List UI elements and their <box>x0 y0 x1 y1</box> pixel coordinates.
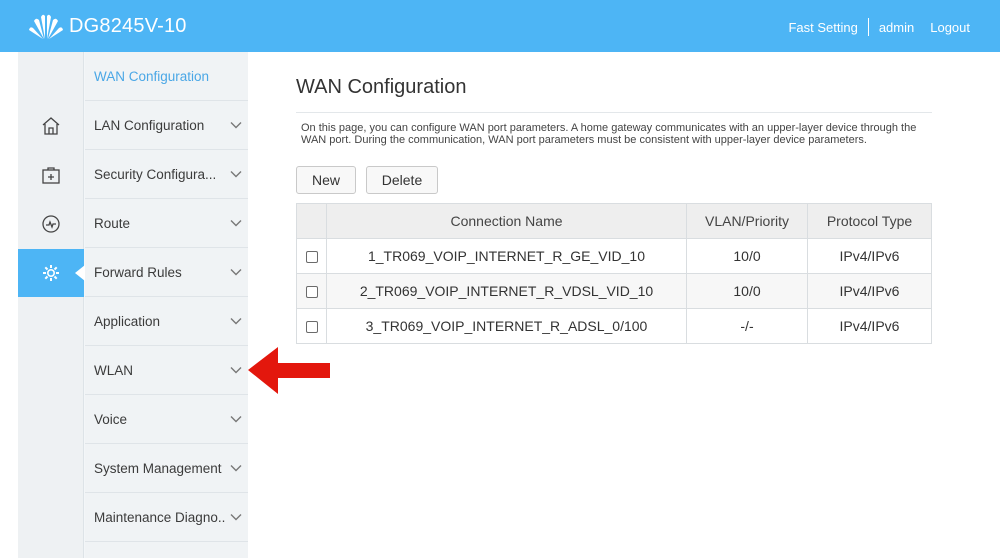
sidebar-item-label: Security Configura... <box>94 166 217 182</box>
main-content: WAN Configuration On this page, you can … <box>248 52 980 558</box>
chevron-down-icon <box>230 416 242 423</box>
sidebar-item-wlan[interactable]: WLAN <box>85 346 248 395</box>
connection-name-cell: 2_TR069_VOIP_INTERNET_R_VDSL_VID_10 <box>326 273 687 309</box>
table-header-row: Connection Name VLAN/Priority Protocol T… <box>296 203 932 239</box>
connection-name-cell: 1_TR069_VOIP_INTERNET_R_GE_VID_10 <box>326 238 687 274</box>
sidebar-item-application[interactable]: Application <box>85 297 248 346</box>
vlan-priority-cell: 10/0 <box>686 238 808 274</box>
column-header: Protocol Type <box>807 203 932 239</box>
sidebar-item-label: LAN Configuration <box>94 117 205 133</box>
sidebar-item-label: WAN Configuration <box>94 68 210 84</box>
chevron-down-icon <box>230 220 242 227</box>
sidebar-item-voice[interactable]: Voice <box>85 395 248 444</box>
row-select-cell <box>296 238 327 274</box>
sidebar-item-maintenance-diagnosis[interactable]: Maintenance Diagno.. <box>85 493 248 542</box>
sidebar-item-system-management[interactable]: System Management <box>85 444 248 493</box>
column-header: Connection Name <box>326 203 687 239</box>
delete-button[interactable]: Delete <box>366 166 438 194</box>
sidebar-item-label: WLAN <box>94 362 134 378</box>
chevron-down-icon <box>230 269 242 276</box>
page-title: WAN Configuration <box>296 76 467 98</box>
category-advanced[interactable] <box>18 249 85 297</box>
sidebar-item-security-configuration[interactable]: Security Configura... <box>85 150 248 199</box>
sidebar-item-lan-configuration[interactable]: LAN Configuration <box>85 101 248 150</box>
title-divider <box>296 112 932 113</box>
logout-link[interactable]: Logout <box>930 20 970 35</box>
sidebar-menu: WAN Configuration LAN Configuration Secu… <box>85 52 248 558</box>
table-row[interactable]: 3_TR069_VOIP_INTERNET_R_ADSL_0/100 -/- I… <box>296 308 932 344</box>
category-toolbox[interactable] <box>18 151 84 199</box>
fast-setting-link[interactable]: Fast Setting <box>788 20 857 35</box>
toolbox-icon <box>42 167 60 184</box>
vlan-priority-cell: -/- <box>686 308 808 344</box>
sidebar-item-label: Application <box>94 313 161 329</box>
device-model-title: DG8245V-10 <box>69 14 187 37</box>
sidebar-item-wan-configuration[interactable]: WAN Configuration <box>85 52 248 101</box>
protocol-type-cell: IPv4/IPv6 <box>807 308 932 344</box>
wan-connection-table: Connection Name VLAN/Priority Protocol T… <box>296 203 932 344</box>
chevron-down-icon <box>230 171 242 178</box>
home-icon <box>42 117 60 135</box>
category-diagnostics[interactable] <box>18 200 84 248</box>
red-arrow-icon <box>248 347 330 394</box>
sidebar-item-label: Forward Rules <box>94 264 182 280</box>
sidebar-item-forward-rules[interactable]: Forward Rules <box>85 248 248 297</box>
select-column-header <box>296 203 327 239</box>
protocol-type-cell: IPv4/IPv6 <box>807 238 932 274</box>
category-icon-bar <box>18 52 85 558</box>
sidebar-item-label: Voice <box>94 411 128 427</box>
chevron-down-icon <box>230 122 242 129</box>
row-checkbox[interactable] <box>305 251 318 264</box>
table-row[interactable]: 2_TR069_VOIP_INTERNET_R_VDSL_VID_10 10/0… <box>296 273 932 309</box>
row-checkbox[interactable] <box>305 286 318 299</box>
brand: DG8245V-10 <box>28 10 187 42</box>
page-description: On this page, you can configure WAN port… <box>301 122 917 146</box>
category-home[interactable] <box>18 102 84 150</box>
table-row[interactable]: 1_TR069_VOIP_INTERNET_R_GE_VID_10 10/0 I… <box>296 238 932 274</box>
row-select-cell <box>296 273 327 309</box>
gear-icon <box>43 265 59 281</box>
chevron-down-icon <box>230 465 242 472</box>
chevron-down-icon <box>230 367 242 374</box>
user-link[interactable]: admin <box>879 20 914 35</box>
column-header: VLAN/Priority <box>686 203 808 239</box>
chevron-down-icon <box>230 514 242 521</box>
gauge-icon <box>42 215 60 233</box>
row-checkbox[interactable] <box>305 321 318 334</box>
sidebar-item-label: System Management <box>94 460 222 476</box>
nav-divider <box>867 18 869 36</box>
connection-name-cell: 3_TR069_VOIP_INTERNET_R_ADSL_0/100 <box>326 308 687 344</box>
sidebar-item-label: Route <box>94 215 131 231</box>
chevron-down-icon <box>230 318 242 325</box>
protocol-type-cell: IPv4/IPv6 <box>807 273 932 309</box>
huawei-logo-icon <box>29 14 63 39</box>
top-bar: DG8245V-10 Fast Setting admin Logout <box>0 0 1000 52</box>
vlan-priority-cell: 10/0 <box>686 273 808 309</box>
sidebar-item-label: Maintenance Diagno.. <box>94 509 226 525</box>
row-select-cell <box>296 308 327 344</box>
sidebar-item-route[interactable]: Route <box>85 199 248 248</box>
top-nav: Fast Setting admin Logout <box>788 18 970 36</box>
new-button[interactable]: New <box>296 166 356 194</box>
